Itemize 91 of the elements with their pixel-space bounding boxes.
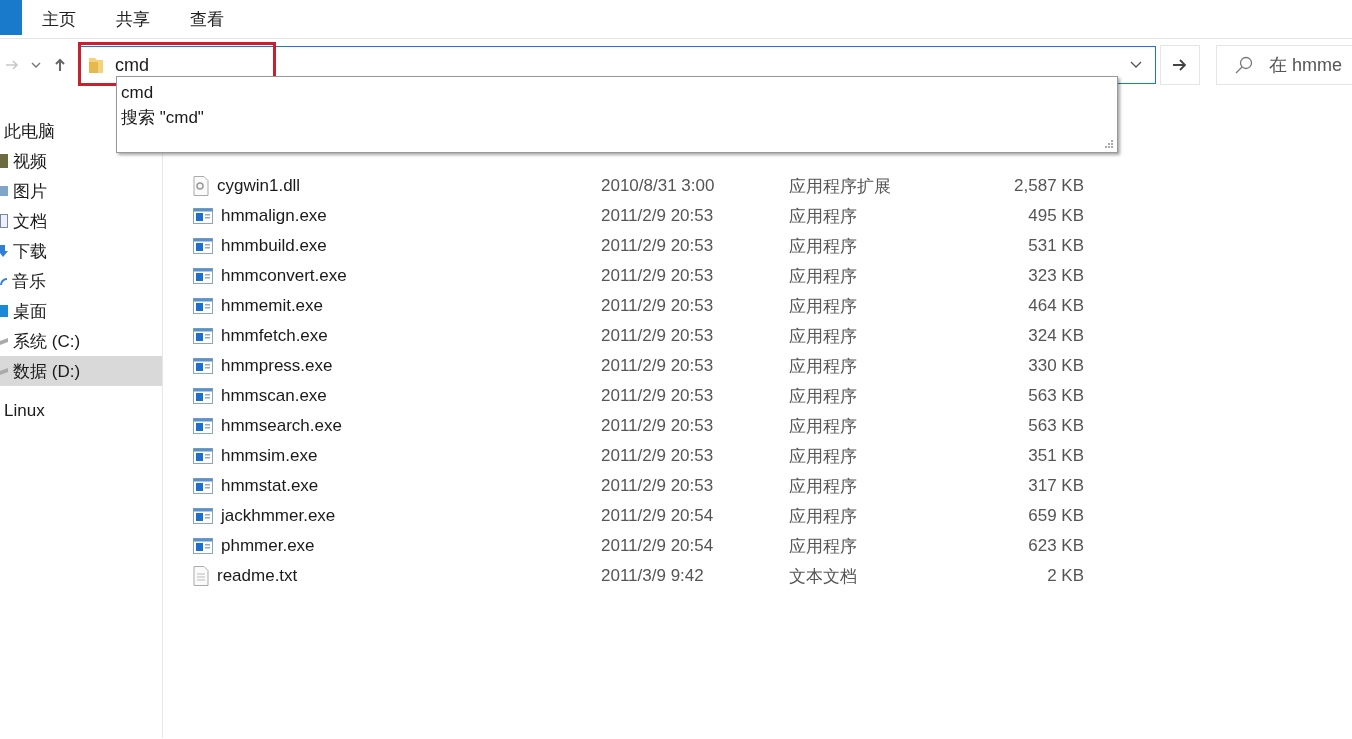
sidebar-item[interactable]: 视频 xyxy=(0,146,162,176)
type-cell-text: 应用程序 xyxy=(789,265,858,288)
file-name[interactable]: hmmscan.exe xyxy=(193,386,601,406)
file-name[interactable]: hmmstat.exe xyxy=(193,476,601,496)
size-cell-text: 531 KB xyxy=(1027,236,1084,256)
date-cell-text: 2011/2/9 20:53 xyxy=(601,476,715,496)
suggestion-item[interactable]: 搜索 "cmd" xyxy=(121,105,204,130)
date-cell-text: 2011/2/9 20:53 xyxy=(601,326,715,346)
application-icon xyxy=(193,328,213,344)
file-name[interactable]: hmmpress.exe xyxy=(193,356,601,376)
date-cell-text: 2011/2/9 20:53 xyxy=(601,296,715,316)
type-cell-text: 应用程序扩展 xyxy=(789,175,892,198)
date-cell-text: 2011/2/9 20:54 xyxy=(601,536,715,556)
application-icon xyxy=(193,298,213,314)
ribbon-tab[interactable]: 共享 xyxy=(96,0,170,38)
size-cell-text: 659 KB xyxy=(1027,506,1084,526)
size-cell-text: 317 KB xyxy=(1027,476,1084,496)
ribbon-tab[interactable]: 主页 xyxy=(22,0,96,38)
type-cell-text: 应用程序 xyxy=(789,535,858,558)
size-cell-text: 563 KB xyxy=(1027,386,1084,406)
go-button[interactable] xyxy=(1160,45,1200,85)
file-name[interactable]: hmmalign.exe xyxy=(193,206,601,226)
file-name[interactable]: hmmemit.exe xyxy=(193,296,601,316)
date-cell-text: 2011/2/9 20:53 xyxy=(601,416,715,436)
date-cell-text: 2010/8/31 3:00 xyxy=(601,176,716,196)
application-icon xyxy=(193,388,213,404)
file-name[interactable]: readme.txt xyxy=(193,566,601,586)
type-cell-text: 应用程序 xyxy=(789,415,858,438)
file-name[interactable]: hmmfetch.exe xyxy=(193,326,601,346)
folder-icon xyxy=(89,56,103,74)
size-cell-text: 623 KB xyxy=(1027,536,1084,556)
type-cell-text: 文本文档 xyxy=(789,565,858,588)
type-cell-text: 应用程序 xyxy=(789,445,858,468)
type-cell-text: 应用程序 xyxy=(789,235,858,258)
sidebar-item[interactable]: 图片 xyxy=(0,176,162,206)
sidebar-item[interactable]: 系统 (C:) xyxy=(0,326,162,356)
text-file-icon xyxy=(193,566,209,586)
size-cell-text: 323 KB xyxy=(1027,266,1084,286)
type-cell-text: 应用程序 xyxy=(789,505,858,528)
size-cell-text: 351 KB xyxy=(1027,446,1084,466)
file-name[interactable]: cygwin1.dll xyxy=(193,176,601,196)
type-cell-text: 应用程序 xyxy=(789,295,858,318)
arrow-right-icon xyxy=(1173,59,1187,71)
ribbon-tab[interactable]: 查看 xyxy=(170,0,244,38)
sidebar-item[interactable]: 音乐 xyxy=(0,266,162,296)
search-icon xyxy=(1235,56,1253,74)
download-arrow-icon xyxy=(0,245,8,257)
size-cell-text: 330 KB xyxy=(1027,356,1084,376)
application-icon xyxy=(193,358,213,374)
sidebar-item[interactable]: Linux xyxy=(0,396,162,426)
application-icon xyxy=(193,418,213,434)
application-icon xyxy=(193,238,213,254)
type-cell-text: 应用程序 xyxy=(789,385,858,408)
type-cell-text: 应用程序 xyxy=(789,475,858,498)
resize-grip-icon[interactable] xyxy=(1104,139,1114,149)
size-cell-text: 464 KB xyxy=(1027,296,1084,316)
file-name[interactable]: hmmsim.exe xyxy=(193,446,601,466)
gear-file-icon xyxy=(193,176,209,196)
type-cell-text: 应用程序 xyxy=(789,325,858,348)
size-cell-text: 495 KB xyxy=(1027,206,1084,226)
application-icon xyxy=(193,508,213,524)
date-cell-text: 2011/2/9 20:53 xyxy=(601,386,715,406)
date-cell-text: 2011/2/9 20:53 xyxy=(601,206,715,226)
date-cell-text: 2011/3/9 9:42 xyxy=(601,566,705,586)
file-name[interactable]: jackhmmer.exe xyxy=(193,506,601,526)
date-cell-text: 2011/2/9 20:53 xyxy=(601,356,715,376)
date-cell-text: 2011/2/9 20:53 xyxy=(601,236,715,256)
size-cell-text: 563 KB xyxy=(1027,416,1084,436)
size-cell-text: 324 KB xyxy=(1027,326,1084,346)
sidebar-item[interactable]: 下载 xyxy=(0,236,162,266)
application-icon xyxy=(193,448,213,464)
date-cell-text: 2011/2/9 20:53 xyxy=(601,266,715,286)
size-cell-text: 2,587 KB xyxy=(1013,176,1084,196)
sidebar-item[interactable]: 桌面 xyxy=(0,296,162,326)
search-field[interactable]: 在 hmme xyxy=(1216,45,1352,85)
date-cell-text: 2011/2/9 20:54 xyxy=(601,506,715,526)
file-name[interactable]: hmmsearch.exe xyxy=(193,416,601,436)
size-cell-text: 2 KB xyxy=(1046,566,1084,586)
file-name[interactable]: phmmer.exe xyxy=(193,536,601,556)
sidebar-item[interactable]: 数据 (D:) xyxy=(0,356,162,386)
application-icon xyxy=(193,208,213,224)
application-icon xyxy=(193,538,213,554)
type-cell-text: 应用程序 xyxy=(789,355,858,378)
application-icon xyxy=(193,478,213,494)
sidebar-item[interactable]: 文档 xyxy=(0,206,162,236)
type-cell-text: 应用程序 xyxy=(789,205,858,228)
chevron-down-icon[interactable] xyxy=(1129,60,1143,70)
date-cell-text: 2011/2/9 20:53 xyxy=(601,446,715,466)
application-icon xyxy=(193,268,213,284)
file-name[interactable]: hmmbuild.exe xyxy=(193,236,601,256)
file-name[interactable]: hmmconvert.exe xyxy=(193,266,601,286)
